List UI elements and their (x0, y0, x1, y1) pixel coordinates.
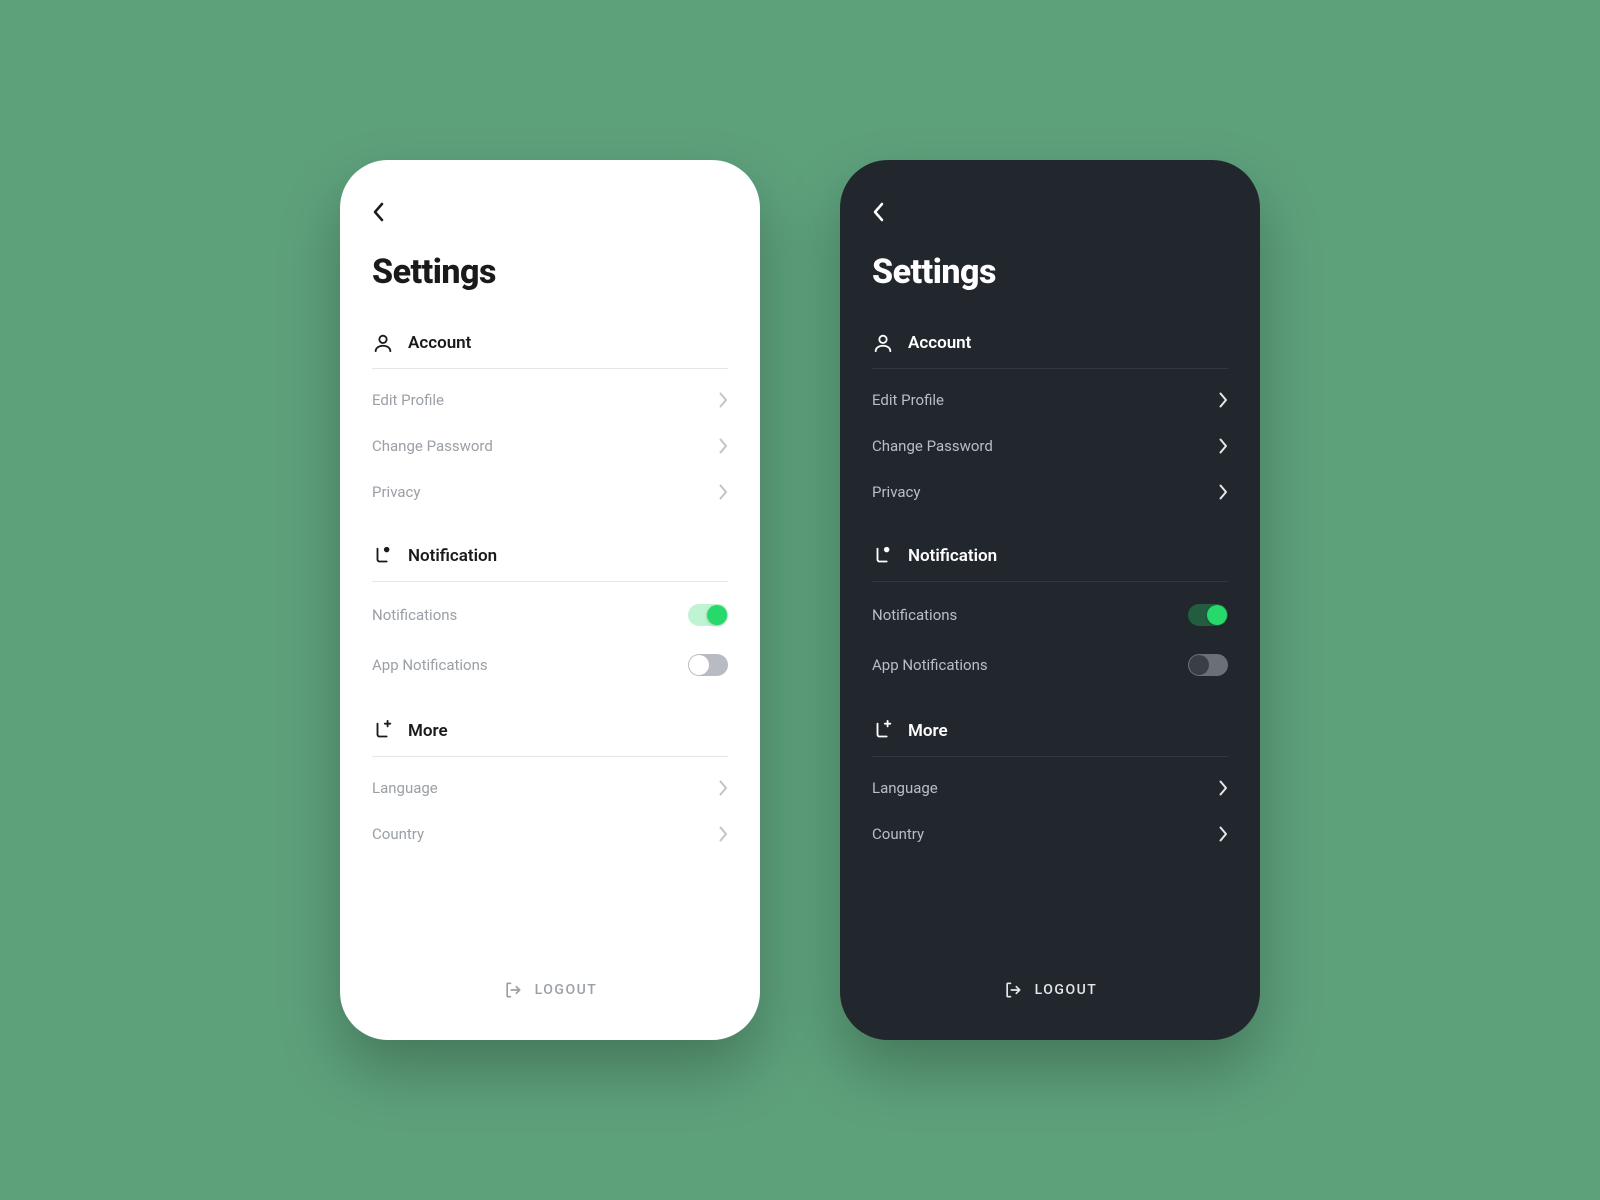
section-header-account: Account (872, 332, 1228, 369)
logout-label: LOGOUT (535, 982, 598, 998)
section-more: More Language Country (372, 720, 728, 857)
chevron-right-icon (1219, 826, 1228, 842)
row-notifications[interactable]: Notifications (372, 590, 728, 640)
section-header-notification: Notification (872, 545, 1228, 582)
logout-icon (1003, 980, 1023, 1000)
row-label: Privacy (372, 483, 420, 501)
section-label: More (908, 721, 948, 741)
settings-screen-dark: Settings Account Edit Profile Change Pas… (840, 160, 1260, 1040)
back-button[interactable] (372, 200, 396, 224)
row-edit-profile[interactable]: Edit Profile (872, 377, 1228, 423)
row-label: Edit Profile (372, 391, 444, 409)
chevron-right-icon (719, 826, 728, 842)
settings-screen-light: Settings Account Edit Profile Change Pas… (340, 160, 760, 1040)
section-notification: Notification Notifications App Notificat… (372, 545, 728, 690)
logout-label: LOGOUT (1035, 982, 1098, 998)
section-notification: Notification Notifications App Notificat… (872, 545, 1228, 690)
toggle-knob (1207, 605, 1227, 625)
row-label: Edit Profile (872, 391, 944, 409)
section-header-account: Account (372, 332, 728, 369)
section-label: Account (408, 333, 471, 353)
toggle-knob (689, 655, 709, 675)
section-header-more: More (872, 720, 1228, 757)
row-label: App Notifications (372, 656, 488, 674)
section-account: Account Edit Profile Change Password Pri… (872, 332, 1228, 515)
chevron-right-icon (719, 780, 728, 796)
section-header-more: More (372, 720, 728, 757)
chevron-right-icon (1219, 438, 1228, 454)
section-label: More (408, 721, 448, 741)
logout-icon (503, 980, 523, 1000)
row-label: Notifications (372, 606, 457, 624)
logout-button[interactable]: LOGOUT (372, 964, 728, 1008)
chevron-right-icon (1219, 780, 1228, 796)
section-header-notification: Notification (372, 545, 728, 582)
toggle-notifications[interactable] (688, 604, 728, 626)
section-label: Notification (908, 546, 997, 566)
row-language[interactable]: Language (372, 765, 728, 811)
person-icon (372, 332, 394, 354)
row-label: Language (372, 779, 438, 797)
section-label: Account (908, 333, 971, 353)
row-change-password[interactable]: Change Password (372, 423, 728, 469)
back-button[interactable] (872, 200, 896, 224)
row-notifications[interactable]: Notifications (872, 590, 1228, 640)
toggle-knob (1189, 655, 1209, 675)
chevron-left-icon (372, 202, 384, 222)
more-icon (372, 720, 394, 742)
chevron-right-icon (719, 438, 728, 454)
row-language[interactable]: Language (872, 765, 1228, 811)
chevron-left-icon (872, 202, 884, 222)
row-label: Privacy (872, 483, 920, 501)
row-edit-profile[interactable]: Edit Profile (372, 377, 728, 423)
chevron-right-icon (719, 392, 728, 408)
row-label: Language (872, 779, 938, 797)
row-country[interactable]: Country (372, 811, 728, 857)
notification-icon (372, 545, 394, 567)
toggle-knob (707, 605, 727, 625)
row-label: Country (372, 825, 424, 843)
section-more: More Language Country (872, 720, 1228, 857)
row-app-notifications[interactable]: App Notifications (872, 640, 1228, 690)
chevron-right-icon (1219, 484, 1228, 500)
page-title: Settings (372, 252, 728, 292)
row-privacy[interactable]: Privacy (872, 469, 1228, 515)
row-label: Notifications (872, 606, 957, 624)
more-icon (872, 720, 894, 742)
notification-icon (872, 545, 894, 567)
toggle-app-notifications[interactable] (1188, 654, 1228, 676)
chevron-right-icon (719, 484, 728, 500)
section-account: Account Edit Profile Change Password Pri… (372, 332, 728, 515)
row-label: Change Password (372, 437, 493, 455)
row-privacy[interactable]: Privacy (372, 469, 728, 515)
row-country[interactable]: Country (872, 811, 1228, 857)
section-label: Notification (408, 546, 497, 566)
row-change-password[interactable]: Change Password (872, 423, 1228, 469)
row-label: App Notifications (872, 656, 988, 674)
person-icon (872, 332, 894, 354)
row-label: Country (872, 825, 924, 843)
logout-button[interactable]: LOGOUT (872, 964, 1228, 1008)
chevron-right-icon (1219, 392, 1228, 408)
row-app-notifications[interactable]: App Notifications (372, 640, 728, 690)
toggle-notifications[interactable] (1188, 604, 1228, 626)
toggle-app-notifications[interactable] (688, 654, 728, 676)
row-label: Change Password (872, 437, 993, 455)
page-title: Settings (872, 252, 1228, 292)
